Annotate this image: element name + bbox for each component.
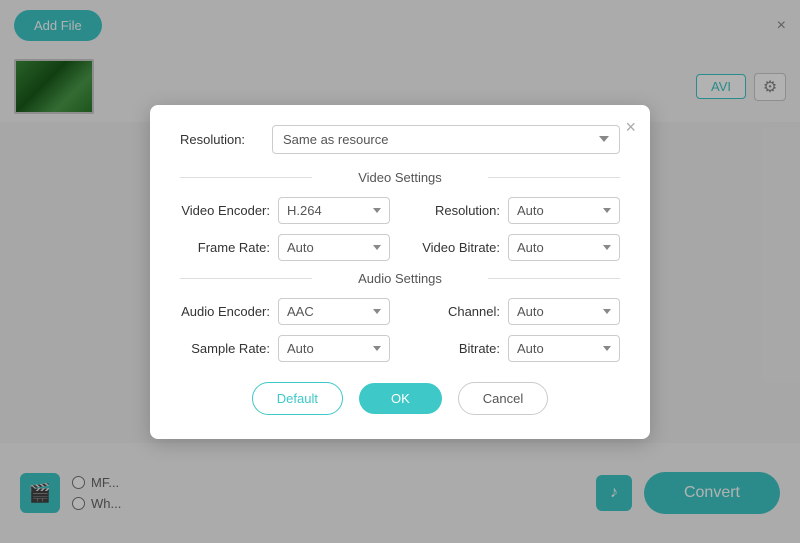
resolution-select[interactable]: Auto — [508, 197, 620, 224]
audio-encoder-row: Audio Encoder: AAC — [180, 298, 390, 325]
top-resolution-select[interactable]: Same as resource — [272, 125, 620, 154]
video-bitrate-select[interactable]: Auto — [508, 234, 620, 261]
audio-encoder-select[interactable]: AAC — [278, 298, 390, 325]
frame-rate-select[interactable]: Auto — [278, 234, 390, 261]
channel-label: Channel: — [410, 304, 500, 319]
bitrate-select[interactable]: Auto — [508, 335, 620, 362]
default-button[interactable]: Default — [252, 382, 343, 415]
modal-overlay: × Resolution: Same as resource Video Set… — [0, 0, 800, 543]
modal-close-button[interactable]: × — [625, 117, 636, 138]
settings-modal: × Resolution: Same as resource Video Set… — [150, 105, 650, 439]
resolution-row: Resolution: Auto — [410, 197, 620, 224]
frame-rate-label: Frame Rate: — [180, 240, 270, 255]
bitrate-label: Bitrate: — [410, 341, 500, 356]
app-background: Add File × AVI ⚙ 🎬 MF... Wh... — [0, 0, 800, 543]
video-encoder-select[interactable]: H.264 — [278, 197, 390, 224]
channel-select[interactable]: Auto — [508, 298, 620, 325]
frame-rate-row: Frame Rate: Auto — [180, 234, 390, 261]
video-encoder-label: Video Encoder: — [180, 203, 270, 218]
top-resolution-label: Resolution: — [180, 132, 260, 147]
bitrate-row: Bitrate: Auto — [410, 335, 620, 362]
channel-row: Channel: Auto — [410, 298, 620, 325]
top-resolution-row: Resolution: Same as resource — [180, 125, 620, 154]
cancel-button[interactable]: Cancel — [458, 382, 548, 415]
sample-rate-select[interactable]: Auto — [278, 335, 390, 362]
video-encoder-row: Video Encoder: H.264 — [180, 197, 390, 224]
audio-settings-header: Audio Settings — [180, 271, 620, 286]
video-bitrate-label: Video Bitrate: — [410, 240, 500, 255]
video-bitrate-row: Video Bitrate: Auto — [410, 234, 620, 261]
video-settings-grid: Video Encoder: H.264 Resolution: Auto Fr… — [180, 197, 620, 261]
video-settings-header: Video Settings — [180, 170, 620, 185]
audio-settings-grid: Audio Encoder: AAC Channel: Auto Sample … — [180, 298, 620, 362]
modal-buttons: Default OK Cancel — [180, 382, 620, 415]
sample-rate-label: Sample Rate: — [180, 341, 270, 356]
sample-rate-row: Sample Rate: Auto — [180, 335, 390, 362]
audio-encoder-label: Audio Encoder: — [180, 304, 270, 319]
ok-button[interactable]: OK — [359, 383, 442, 414]
resolution-label: Resolution: — [410, 203, 500, 218]
